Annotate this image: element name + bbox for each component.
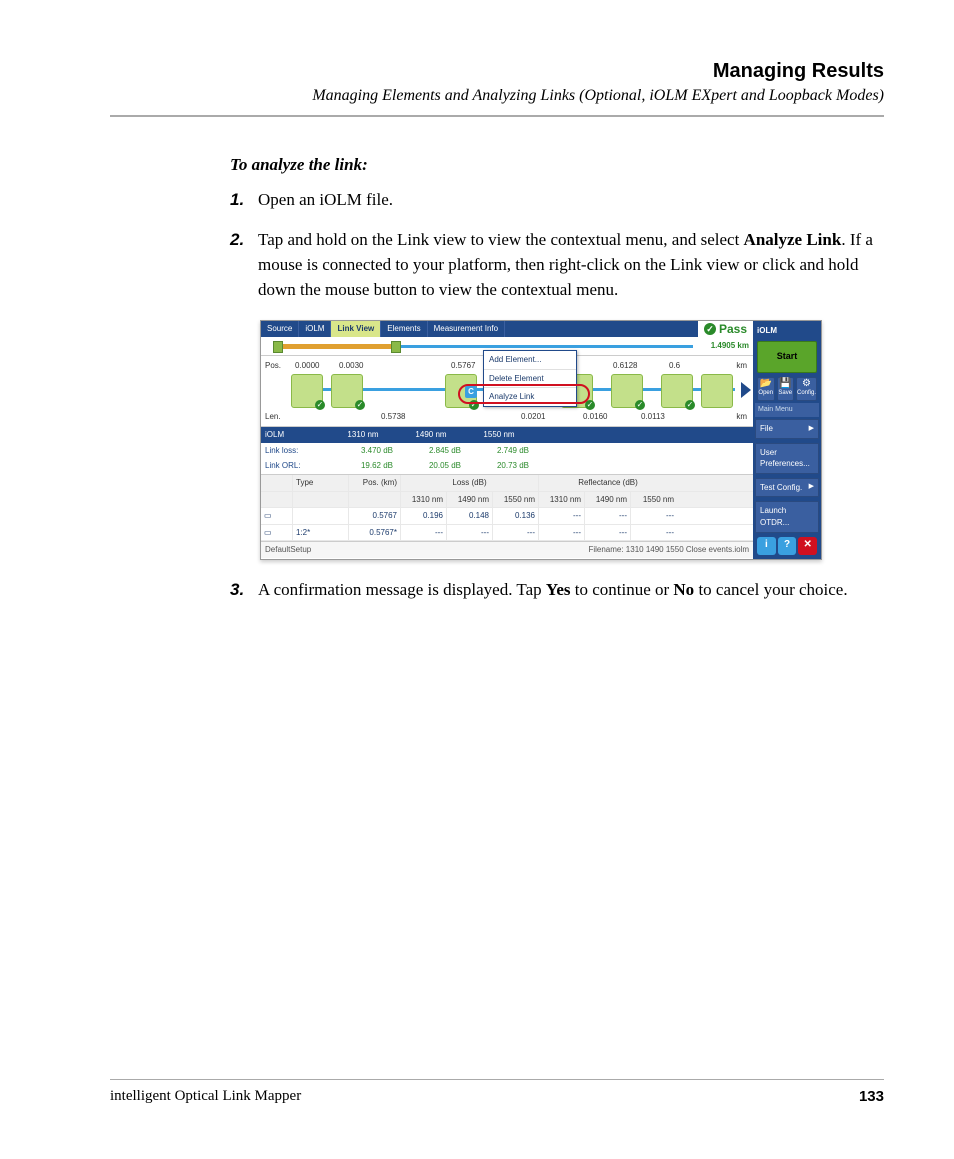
step-2: 2. Tap and hold on the Link view to view… — [230, 228, 884, 302]
app-screenshot: Source iOLM Link View Elements Measureme… — [260, 320, 822, 559]
step-text: A confirmation message is displayed. Tap… — [258, 578, 884, 603]
label-link-loss: Link loss: — [261, 443, 329, 459]
step-number: 1. — [230, 188, 258, 213]
info-button[interactable]: i — [757, 537, 776, 555]
res-hdr-iolm: iOLM — [261, 427, 329, 443]
term-yes: Yes — [546, 580, 571, 599]
event-box[interactable] — [291, 374, 323, 408]
close-button[interactable]: ✕ — [798, 537, 817, 555]
config-button[interactable]: ⚙Config. — [796, 377, 817, 401]
event-box[interactable] — [701, 374, 733, 408]
splitter-icon: ▭ — [261, 525, 293, 541]
step-text: Tap and hold on the Link view to view th… — [258, 228, 884, 302]
event-box[interactable] — [661, 374, 693, 408]
unit-km: km — [736, 360, 747, 372]
chevron-right-icon: ▶ — [809, 424, 814, 434]
status-bar: DefaultSetup Filename: 1310 1490 1550 Cl… — [261, 541, 753, 558]
tab-elements[interactable]: Elements — [381, 321, 427, 337]
events-grid: Type Pos. (km) Loss (dB) Reflectance (dB… — [261, 474, 753, 541]
side-panel: iOLM Start 📂Open 💾Save ⚙Config. Main Men… — [753, 321, 821, 558]
main-menu-header: Main Menu — [755, 403, 819, 417]
side-title: iOLM — [755, 323, 819, 339]
help-icon: ? — [784, 538, 790, 553]
label-len: Len. — [265, 411, 281, 423]
term-no: No — [673, 580, 694, 599]
save-icon: 💾 — [779, 379, 791, 389]
grid-row[interactable]: ▭ 0.5767 0.196 0.148 0.136 --- --- --- — [261, 508, 753, 525]
status-pass: ✓ Pass — [698, 321, 753, 337]
ctx-analyze-link[interactable]: Analyze Link — [484, 388, 576, 406]
header-divider — [110, 115, 884, 117]
tab-link-view[interactable]: Link View — [331, 321, 381, 337]
total-length: 1.4905 km — [711, 340, 749, 352]
tab-bar: Source iOLM Link View Elements Measureme… — [261, 321, 753, 337]
footer-page-number: 133 — [859, 1088, 884, 1105]
folder-icon: 📂 — [760, 379, 772, 389]
save-button[interactable]: 💾Save — [777, 377, 795, 401]
link-view-canvas[interactable]: Pos. Len. km km 0.0000 0.0030 0.5767 0.5… — [261, 356, 753, 427]
gear-icon: ⚙ — [802, 379, 811, 389]
page-footer: intelligent Optical Link Mapper 133 — [110, 1079, 884, 1105]
menu-file[interactable]: File▶ — [755, 419, 819, 439]
chevron-right-icon: ▶ — [809, 482, 814, 492]
splitter-icon: ▭ — [261, 508, 293, 524]
tab-measurement-info[interactable]: Measurement Info — [428, 321, 505, 337]
section-heading: To analyze the link: — [230, 153, 884, 178]
step-text: Open an iOLM file. — [258, 188, 884, 213]
status-filename: Filename: 1310 1490 1550 Close events.io… — [588, 544, 749, 556]
close-icon: ✕ — [803, 538, 811, 553]
event-box[interactable] — [331, 374, 363, 408]
link-results-table: iOLM 1310 nm 1490 nm 1550 nm Link loss: … — [261, 427, 753, 474]
event-marker-badge: C — [465, 386, 477, 398]
open-button[interactable]: 📂Open — [757, 377, 775, 401]
start-button[interactable]: Start — [757, 341, 817, 373]
menu-launch-otdr[interactable]: Launch OTDR... — [755, 501, 819, 532]
context-menu: Add Element... Delete Element Analyze Li… — [483, 350, 577, 407]
menu-test-config[interactable]: Test Config.▶ — [755, 478, 819, 498]
step-number: 2. — [230, 228, 258, 302]
tab-source[interactable]: Source — [261, 321, 299, 337]
tab-iolm[interactable]: iOLM — [299, 321, 331, 337]
event-box[interactable] — [611, 374, 643, 408]
unit-km: km — [736, 411, 747, 423]
check-icon: ✓ — [704, 323, 716, 335]
step-1: 1. Open an iOLM file. — [230, 188, 884, 213]
help-button[interactable]: ? — [778, 537, 797, 555]
doc-subtitle: Managing Elements and Analyzing Links (O… — [110, 87, 884, 105]
scroll-right-icon[interactable] — [741, 382, 751, 398]
label-pos: Pos. — [265, 360, 281, 372]
term-analyze-link: Analyze Link — [744, 230, 842, 249]
footer-product: intelligent Optical Link Mapper — [110, 1088, 301, 1105]
status-setup: DefaultSetup — [265, 544, 311, 556]
step-3: 3. A confirmation message is displayed. … — [230, 578, 884, 603]
grid-row[interactable]: ▭ 1:2* 0.5767* --- --- --- --- --- --- — [261, 525, 753, 542]
ctx-delete-element[interactable]: Delete Element — [484, 370, 576, 389]
ctx-add-element[interactable]: Add Element... — [484, 351, 576, 370]
step-number: 3. — [230, 578, 258, 603]
info-icon: i — [765, 538, 768, 553]
label-link-orl: Link ORL: — [261, 458, 329, 474]
menu-user-preferences[interactable]: User Preferences... — [755, 443, 819, 474]
doc-title: Managing Results — [110, 60, 884, 83]
